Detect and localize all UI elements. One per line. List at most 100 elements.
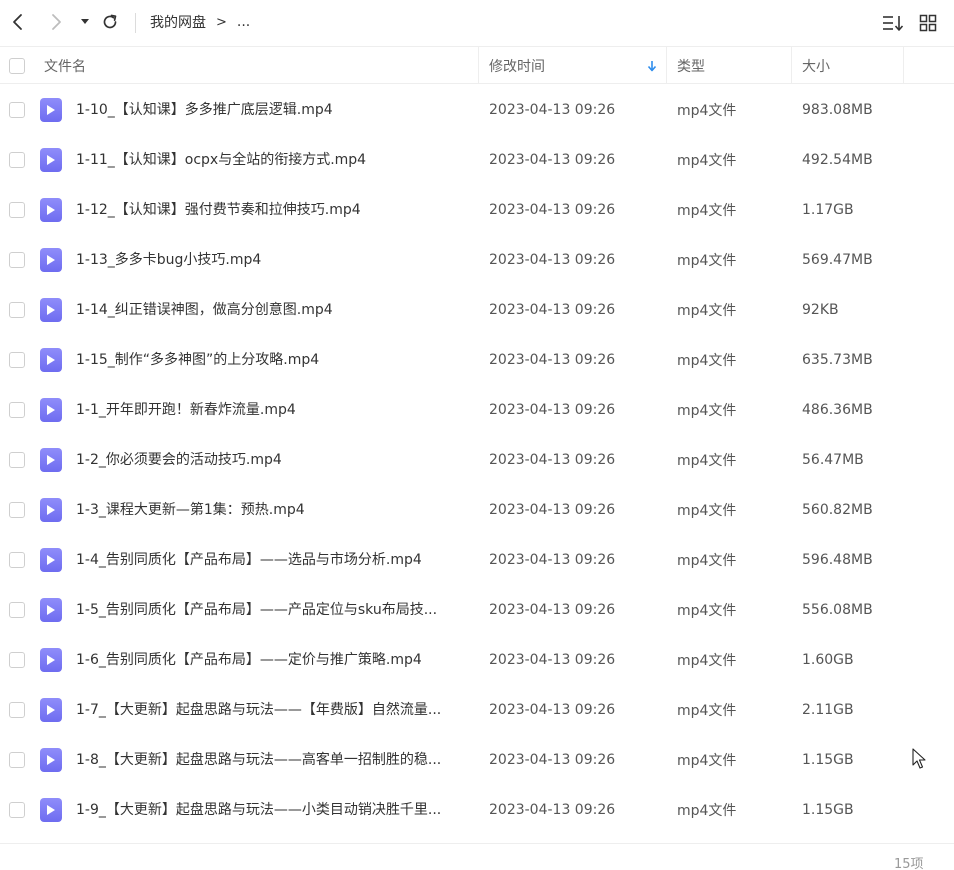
table-row[interactable]: 1-15_制作“多多神图”的上分攻略.mp4 2023-04-13 09:26 mp… (0, 335, 954, 385)
toolbar-divider (135, 13, 136, 33)
file-name[interactable]: 1-7_【大更新】起盘思路与玩法——【年费版】自然流量... (76, 685, 468, 735)
row-checkbox[interactable] (9, 202, 25, 218)
file-name[interactable]: 1-4_告别同质化【产品布局】——选品与市场分析.mp4 (76, 535, 468, 585)
file-list: 1-10_【认知课】多多推广底层逻辑.mp4 2023-04-13 09:26 mp… (0, 85, 954, 835)
row-checkbox[interactable] (9, 752, 25, 768)
file-name[interactable]: 1-1_开年即开跑！新春炸流量.mp4 (76, 385, 468, 435)
row-checkbox[interactable] (9, 502, 25, 518)
sort-list-icon (883, 16, 904, 31)
sort-button[interactable] (881, 12, 905, 34)
file-size: 92KB (802, 302, 839, 318)
table-row[interactable]: 1-7_【大更新】起盘思路与玩法——【年费版】自然流量... 2023-04-13… (0, 685, 954, 735)
table-row[interactable]: 1-9_【大更新】起盘思路与玩法——小类目动销决胜千里... 2023-04-13… (0, 785, 954, 835)
row-select-cell (9, 185, 25, 235)
table-row[interactable]: 1-3_课程大更新—第1集：预热.mp4 2023-04-13 09:26 mp4文… (0, 485, 954, 535)
breadcrumb-more[interactable]: ... (237, 14, 250, 30)
row-checkbox[interactable] (9, 702, 25, 718)
file-type: mp4文件 (677, 703, 737, 719)
video-file-icon (40, 735, 62, 785)
column-header-time[interactable]: 修改时间 (489, 47, 545, 84)
column-divider[interactable] (666, 47, 667, 84)
row-checkbox[interactable] (9, 802, 25, 818)
file-name[interactable]: 1-6_告别同质化【产品布局】——定价与推广策略.mp4 (76, 635, 468, 685)
breadcrumb-root[interactable]: 我的网盘 (150, 12, 206, 32)
row-checkbox[interactable] (9, 302, 25, 318)
grid-view-button[interactable] (916, 12, 940, 34)
video-file-icon (40, 785, 62, 835)
file-name[interactable]: 1-12_【认知课】强付费节奏和拉伸技巧.mp4 (76, 185, 468, 235)
table-row[interactable]: 1-8_【大更新】起盘思路与玩法——高客单一招制胜的稳... 2023-04-13… (0, 735, 954, 785)
row-checkbox[interactable] (9, 552, 25, 568)
file-name[interactable]: 1-3_课程大更新—第1集：预热.mp4 (76, 485, 468, 535)
file-size: 56.47MB (802, 452, 864, 468)
file-modified-time: 2023-04-13 09:26 (489, 452, 616, 468)
file-type: mp4文件 (677, 353, 737, 369)
column-header-type[interactable]: 类型 (677, 47, 705, 84)
row-select-cell (9, 785, 25, 835)
file-name[interactable]: 1-8_【大更新】起盘思路与玩法——高客单一招制胜的稳... (76, 735, 468, 785)
file-name[interactable]: 1-9_【大更新】起盘思路与玩法——小类目动销决胜千里... (76, 785, 468, 835)
file-modified-time: 2023-04-13 09:26 (489, 102, 616, 118)
video-file-icon (40, 335, 62, 385)
forward-button[interactable] (44, 10, 68, 34)
caret-down-icon (81, 19, 89, 24)
refresh-button[interactable] (98, 10, 122, 34)
row-select-cell (9, 385, 25, 435)
table-row[interactable]: 1-13_多多卡bug小技巧.mp4 2023-04-13 09:26 mp4文件 5… (0, 235, 954, 285)
file-size: 560.82MB (802, 502, 873, 518)
row-checkbox[interactable] (9, 352, 25, 368)
history-dropdown-button[interactable] (76, 10, 94, 34)
refresh-icon (103, 14, 117, 29)
file-type: mp4文件 (677, 253, 737, 269)
file-type: mp4文件 (677, 403, 737, 419)
file-modified-time: 2023-04-13 09:26 (489, 602, 616, 618)
file-size: 1.15GB (802, 752, 854, 768)
mouse-pointer-icon (912, 748, 926, 769)
file-name[interactable]: 1-13_多多卡bug小技巧.mp4 (76, 235, 468, 285)
row-checkbox[interactable] (9, 652, 25, 668)
row-select-cell (9, 685, 25, 735)
file-size: 2.11GB (802, 702, 854, 718)
row-checkbox[interactable] (9, 452, 25, 468)
select-all-checkbox[interactable] (9, 57, 25, 74)
row-checkbox[interactable] (9, 252, 25, 268)
file-name[interactable]: 1-14_纠正错误神图，做高分创意图.mp4 (76, 285, 468, 335)
file-size: 486.36MB (802, 402, 873, 418)
back-button[interactable] (6, 10, 30, 34)
column-divider[interactable] (903, 47, 904, 84)
table-row[interactable]: 1-14_纠正错误神图，做高分创意图.mp4 2023-04-13 09:26 mp… (0, 285, 954, 335)
table-row[interactable]: 1-2_你必须要会的活动技巧.mp4 2023-04-13 09:26 mp4文件 5… (0, 435, 954, 485)
row-checkbox[interactable] (9, 102, 25, 118)
row-checkbox[interactable] (9, 602, 25, 618)
table-row[interactable]: 1-5_告别同质化【产品布局】——产品定位与sku布局技... 2023-04-1… (0, 585, 954, 635)
video-file-icon (40, 85, 62, 135)
file-name[interactable]: 1-10_【认知课】多多推广底层逻辑.mp4 (76, 85, 468, 135)
file-name[interactable]: 1-5_告别同质化【产品布局】——产品定位与sku布局技... (76, 585, 468, 635)
column-header-size[interactable]: 大小 (802, 47, 830, 84)
table-row[interactable]: 1-6_告别同质化【产品布局】——定价与推广策略.mp4 2023-04-13 0… (0, 635, 954, 685)
row-select-cell (9, 285, 25, 335)
file-name[interactable]: 1-11_【认知课】ocpx与全站的衔接方式.mp4 (76, 135, 468, 185)
table-header: 文件名 修改时间 类型 大小 (0, 46, 954, 84)
row-checkbox[interactable] (9, 152, 25, 168)
file-size: 635.73MB (802, 352, 873, 368)
table-row[interactable]: 1-4_告别同质化【产品布局】——选品与市场分析.mp4 2023-04-13 0… (0, 535, 954, 585)
file-modified-time: 2023-04-13 09:26 (489, 302, 616, 318)
table-row[interactable]: 1-10_【认知课】多多推广底层逻辑.mp4 2023-04-13 09:26 mp… (0, 85, 954, 135)
column-divider[interactable] (791, 47, 792, 84)
column-header-name[interactable]: 文件名 (44, 47, 86, 84)
row-checkbox[interactable] (9, 402, 25, 418)
file-name[interactable]: 1-15_制作“多多神图”的上分攻略.mp4 (76, 335, 468, 385)
file-modified-time: 2023-04-13 09:26 (489, 552, 616, 568)
chevron-right-icon (52, 14, 61, 30)
file-type: mp4文件 (677, 453, 737, 469)
column-divider[interactable] (478, 47, 479, 84)
table-row[interactable]: 1-1_开年即开跑！新春炸流量.mp4 2023-04-13 09:26 mp4文件… (0, 385, 954, 435)
table-row[interactable]: 1-12_【认知课】强付费节奏和拉伸技巧.mp4 2023-04-13 09:26… (0, 185, 954, 235)
table-row[interactable]: 1-11_【认知课】ocpx与全站的衔接方式.mp4 2023-04-13 09:… (0, 135, 954, 185)
video-file-icon (40, 535, 62, 585)
grid-view-icon (919, 14, 937, 32)
file-modified-time: 2023-04-13 09:26 (489, 152, 616, 168)
file-type: mp4文件 (677, 153, 737, 169)
file-name[interactable]: 1-2_你必须要会的活动技巧.mp4 (76, 435, 468, 485)
